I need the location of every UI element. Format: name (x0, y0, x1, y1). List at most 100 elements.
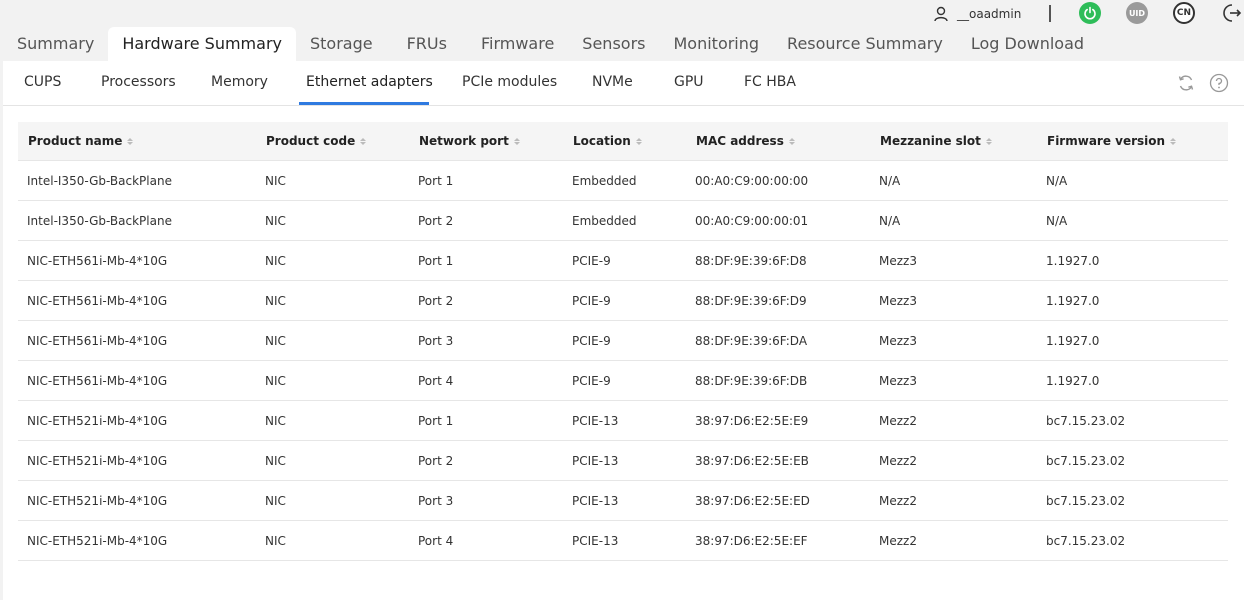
uid-icon[interactable]: UID (1126, 2, 1148, 24)
cell-product-code: NIC (265, 454, 286, 468)
cell-mezzanine-slot: Mezz3 (879, 254, 917, 268)
cell-network-port: Port 1 (418, 414, 454, 428)
column-header-mac-address[interactable]: MAC address (696, 134, 795, 148)
column-header-label: Mezzanine slot (880, 134, 981, 148)
cell-location: PCIE-9 (572, 334, 611, 348)
ethernet-adapters-table: Product name Product code Network port Loca… (18, 122, 1228, 561)
column-header-label: Product code (266, 134, 356, 148)
refresh-icon[interactable] (1176, 73, 1196, 97)
cell-product-name: NIC-ETH561i-Mb-4*10G (27, 334, 168, 348)
column-header-label: Network port (419, 134, 509, 148)
cell-firmware-version: 1.1927.0 (1046, 254, 1100, 268)
subtab-memory[interactable]: Memory (211, 74, 268, 90)
user-menu[interactable]: __oaadmin (933, 3, 1021, 25)
tab-hardware-summary[interactable]: Hardware Summary (108, 27, 296, 61)
cell-product-name: Intel-I350-Gb-BackPlane (27, 174, 172, 188)
tab-resource-summary[interactable]: Resource Summary (773, 27, 957, 61)
column-header-product-name[interactable]: Product name (28, 134, 134, 148)
help-icon[interactable] (1209, 73, 1229, 97)
cell-network-port: Port 2 (418, 454, 454, 468)
table-row: NIC-ETH561i-Mb-4*10G NIC Port 4 PCIE-9 88:DF… (18, 361, 1228, 401)
sort-icon[interactable] (127, 137, 134, 145)
cell-network-port: Port 1 (418, 254, 454, 268)
language-icon[interactable]: CN (1173, 2, 1195, 24)
cell-network-port: Port 2 (418, 294, 454, 308)
cell-firmware-version: bc7.15.23.02 (1046, 454, 1126, 468)
cell-location: Embedded (572, 214, 637, 228)
user-icon (933, 6, 949, 22)
tab-monitoring[interactable]: Monitoring (659, 27, 773, 61)
cell-product-code: NIC (265, 214, 286, 228)
cell-location: PCIE-9 (572, 374, 611, 388)
cell-firmware-version: bc7.15.23.02 (1046, 534, 1126, 548)
cell-location: Embedded (572, 174, 637, 188)
sort-icon[interactable] (1170, 137, 1177, 145)
header-divider (1049, 5, 1051, 22)
sort-icon[interactable] (635, 137, 642, 145)
active-subtab-indicator (299, 102, 429, 105)
cell-mezzanine-slot: N/A (879, 214, 901, 228)
sub-tabs: CUPS Processors Memory Ethernet adapters… (3, 61, 1244, 106)
sort-icon[interactable] (513, 137, 520, 145)
content-panel: CUPS Processors Memory Ethernet adapters… (3, 61, 1244, 600)
subtab-gpu[interactable]: GPU (674, 74, 704, 90)
cell-product-name: NIC-ETH561i-Mb-4*10G (27, 294, 168, 308)
cell-network-port: Port 3 (418, 494, 454, 508)
cell-mac-address: 38:97:D6:E2:5E:EF (695, 534, 808, 548)
tab-firmware[interactable]: Firmware (461, 27, 568, 61)
table-row: NIC-ETH561i-Mb-4*10G NIC Port 2 PCIE-9 88:DF… (18, 281, 1228, 321)
column-header-label: Location (573, 134, 631, 148)
column-header-location[interactable]: Location (573, 134, 642, 148)
cell-location: PCIE-9 (572, 294, 611, 308)
cell-firmware-version: 1.1927.0 (1046, 334, 1100, 348)
column-header-product-code[interactable]: Product code (266, 134, 367, 148)
cell-network-port: Port 4 (418, 534, 454, 548)
cell-firmware-version: bc7.15.23.02 (1046, 494, 1126, 508)
cell-product-code: NIC (265, 374, 286, 388)
uid-label: UID (1128, 8, 1146, 18)
tab-summary[interactable]: Summary (0, 27, 108, 61)
cell-product-name: NIC-ETH521i-Mb-4*10G (27, 534, 168, 548)
table-row: NIC-ETH521i-Mb-4*10G NIC Port 4 PCIE-13 38:9… (18, 521, 1228, 561)
cell-location: PCIE-13 (572, 494, 619, 508)
tab-sensors[interactable]: Sensors (568, 27, 659, 61)
cell-firmware-version: N/A (1046, 174, 1068, 188)
column-header-mezzanine-slot[interactable]: Mezzanine slot (880, 134, 992, 148)
cell-product-code: NIC (265, 174, 286, 188)
cell-mac-address: 38:97:D6:E2:5E:E9 (695, 414, 809, 428)
table-row: NIC-ETH521i-Mb-4*10G NIC Port 1 PCIE-13 38:9… (18, 401, 1228, 441)
cell-mezzanine-slot: Mezz3 (879, 334, 917, 348)
cell-firmware-version: N/A (1046, 214, 1068, 228)
sort-icon[interactable] (788, 137, 795, 145)
column-header-label: Product name (28, 134, 123, 148)
subtab-cups[interactable]: CUPS (24, 74, 61, 90)
cell-product-code: NIC (265, 254, 286, 268)
column-header-firmware-version[interactable]: Firmware version (1047, 134, 1177, 148)
subtab-processors[interactable]: Processors (101, 74, 176, 90)
logout-icon[interactable] (1220, 2, 1242, 28)
cell-product-code: NIC (265, 294, 286, 308)
table-row: NIC-ETH521i-Mb-4*10G NIC Port 3 PCIE-13 38:9… (18, 481, 1228, 521)
subtab-fc-hba[interactable]: FC HBA (744, 74, 796, 90)
table-header: Product name Product code Network port Loca… (18, 122, 1228, 161)
subtab-nvme[interactable]: NVMe (592, 74, 633, 90)
column-header-label: MAC address (696, 134, 784, 148)
cell-mezzanine-slot: Mezz3 (879, 374, 917, 388)
subtab-ethernet-adapters[interactable]: Ethernet adapters (306, 74, 433, 90)
tab-log-download[interactable]: Log Download (957, 27, 1098, 61)
tab-frus[interactable]: FRUs (387, 27, 461, 61)
power-icon[interactable] (1079, 2, 1101, 24)
sort-icon[interactable] (360, 137, 367, 145)
cell-mac-address: 88:DF:9E:39:6F:D9 (695, 294, 807, 308)
cell-mezzanine-slot: Mezz3 (879, 294, 917, 308)
table-row: NIC-ETH561i-Mb-4*10G NIC Port 3 PCIE-9 88:DF… (18, 321, 1228, 361)
subtab-pcie-modules[interactable]: PCIe modules (462, 74, 557, 90)
sort-icon[interactable] (985, 137, 992, 145)
cell-network-port: Port 1 (418, 174, 454, 188)
cell-product-code: NIC (265, 494, 286, 508)
column-header-network-port[interactable]: Network port (419, 134, 520, 148)
tab-storage[interactable]: Storage (296, 27, 387, 61)
cell-network-port: Port 2 (418, 214, 454, 228)
cell-mezzanine-slot: Mezz2 (879, 454, 917, 468)
column-header-label: Firmware version (1047, 134, 1166, 148)
